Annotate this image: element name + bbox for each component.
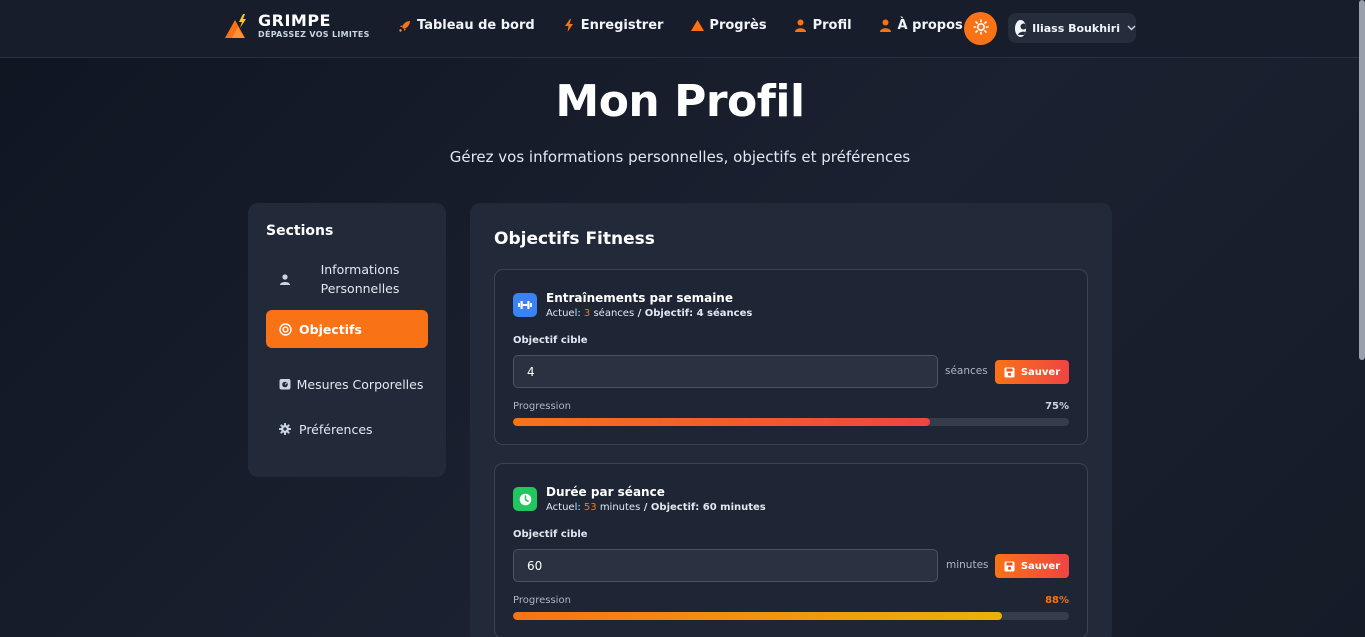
user-circle-icon xyxy=(1015,19,1027,37)
nav-label: Tableau de bord xyxy=(417,18,535,33)
sidebar-title: Sections xyxy=(266,223,334,239)
current-unit: séances xyxy=(590,308,635,319)
target-input[interactable] xyxy=(513,549,938,582)
objective-text: / Objectif: 60 minutes xyxy=(640,502,766,513)
nav-item-progres[interactable]: Progrès xyxy=(690,18,767,33)
goals-panel: Objectifs Fitness Entraînements par sema… xyxy=(470,203,1112,637)
unit-label: minutes xyxy=(946,559,989,571)
goal-name: Entraînements par semaine xyxy=(546,291,733,305)
user-name: Iliass Boukhiri xyxy=(1032,21,1120,35)
page-scrollbar[interactable] xyxy=(1359,0,1365,360)
target-label: Objectif cible xyxy=(513,529,588,540)
progress-label: Progression xyxy=(513,401,571,412)
top-navbar: GRIMPE DÉPASSEZ VOS LIMITES Tableau de b… xyxy=(0,0,1365,58)
target-label: Objectif cible xyxy=(513,335,588,346)
goal-card-workouts-per-week: Entraînements par semaine Actuel: 3 séan… xyxy=(494,269,1088,445)
sidebar-item-label: Préférences xyxy=(299,421,373,437)
sidebar-item-label: Objectifs xyxy=(299,321,362,337)
nav-label: Progrès xyxy=(709,18,767,33)
nav-item-tableau-de-bord[interactable]: Tableau de bord xyxy=(398,18,535,33)
unit-label: séances xyxy=(945,365,988,377)
goal-current-summary: Actuel: 3 séances / Objectif: 4 séances xyxy=(546,308,752,319)
progress-value: 88% xyxy=(1045,595,1069,606)
nav-item-enregistrer[interactable]: Enregistrer xyxy=(562,18,664,33)
current-unit: minutes xyxy=(596,502,641,513)
page-title: Mon Profil xyxy=(555,76,805,127)
sidebar-item-label: Mesures Corporelles xyxy=(296,376,424,392)
progress-value: 75% xyxy=(1045,401,1069,412)
brand-name: GRIMPE xyxy=(258,11,331,30)
progress-label: Progression xyxy=(513,595,571,606)
sidebar-item-label: Informations Personnelles xyxy=(320,262,400,296)
goal-name: Durée par séance xyxy=(546,485,665,499)
nav-item-profil[interactable]: Profil xyxy=(794,18,852,33)
panel-title: Objectifs Fitness xyxy=(494,229,655,249)
mountain-bolt-logo-icon xyxy=(224,12,252,40)
sidebar-item-preferences[interactable]: Préférences xyxy=(266,415,428,443)
progress-fill xyxy=(513,418,930,426)
user-menu-button[interactable]: Iliass Boukhiri xyxy=(1008,13,1136,43)
save-label: Sauver xyxy=(1020,560,1061,572)
bolt-icon xyxy=(562,19,576,33)
theme-toggle-button[interactable] xyxy=(964,12,997,45)
objective-text: / Objectif: 4 séances xyxy=(634,308,753,319)
current-value: 53 xyxy=(583,502,597,513)
user-icon xyxy=(879,19,893,33)
goal-card-session-duration: Durée par séance Actuel: 53 minutes / Ob… xyxy=(494,463,1088,637)
gear-icon xyxy=(278,422,292,436)
target-icon xyxy=(278,322,292,336)
main-nav: Tableau de bord Enregistrer Progrès Prof… xyxy=(398,18,990,33)
nav-label: À propos xyxy=(897,18,963,33)
user-icon xyxy=(794,19,808,33)
nav-label: Profil xyxy=(812,18,852,33)
sidebar-item-informations-personnelles[interactable]: Informations Personnelles xyxy=(266,255,428,303)
page-subtitle: Gérez vos informations personnelles, obj… xyxy=(449,148,911,166)
brand-tagline: DÉPASSEZ VOS LIMITES xyxy=(258,30,370,39)
scale-icon xyxy=(278,377,292,391)
nav-label: Enregistrer xyxy=(580,18,664,33)
floppy-disk-icon xyxy=(1004,561,1015,572)
rocket-icon xyxy=(398,19,412,33)
sidebar-item-objectifs[interactable]: Objectifs xyxy=(266,310,428,348)
mountain-icon xyxy=(690,19,704,33)
brand[interactable]: GRIMPE DÉPASSEZ VOS LIMITES xyxy=(224,12,370,40)
dumbbell-icon xyxy=(513,293,537,317)
current-prefix: Actuel: xyxy=(546,502,584,513)
progress-track xyxy=(513,418,1069,426)
save-button[interactable]: Sauver xyxy=(995,554,1069,578)
floppy-disk-icon xyxy=(1004,367,1015,378)
sections-sidebar: Sections Informations Personnelles Objec… xyxy=(248,203,446,477)
chevron-down-icon xyxy=(1127,25,1136,31)
goal-current-summary: Actuel: 53 minutes / Objectif: 60 minute… xyxy=(546,502,766,513)
save-label: Sauver xyxy=(1020,366,1061,378)
current-prefix: Actuel: xyxy=(546,308,584,319)
nav-item-a-propos[interactable]: À propos xyxy=(879,18,963,33)
sun-icon xyxy=(972,18,989,39)
progress-fill xyxy=(513,612,1003,620)
clock-icon xyxy=(513,487,537,511)
target-input[interactable] xyxy=(513,355,938,388)
user-icon xyxy=(278,272,292,286)
save-button[interactable]: Sauver xyxy=(995,360,1069,384)
progress-track xyxy=(513,612,1069,620)
sidebar-item-mesures-corporelles[interactable]: Mesures Corporelles xyxy=(266,360,428,408)
